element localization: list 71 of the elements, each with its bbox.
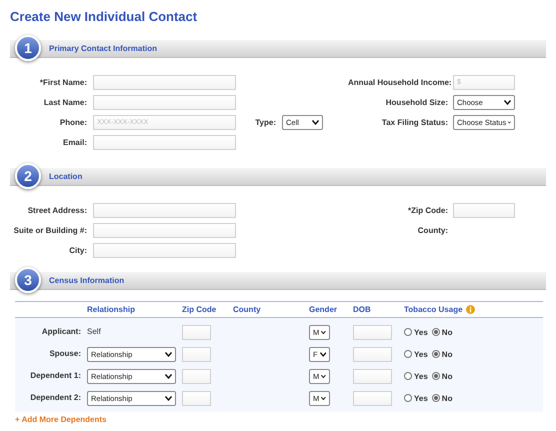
field-label: County: <box>416 226 448 236</box>
text-field[interactable] <box>182 368 211 384</box>
field-label: Type: <box>254 118 276 128</box>
field-label: *Zip Code: <box>407 206 448 216</box>
field-label: Dependent 1: <box>29 371 81 381</box>
column-header: Gender <box>309 304 338 314</box>
radio-button[interactable] <box>432 328 440 336</box>
caret-icon <box>320 352 326 356</box>
radio-label: No <box>442 394 452 404</box>
radio-label: No <box>442 350 452 360</box>
field-label: Phone: <box>58 118 87 128</box>
caret-icon <box>312 120 319 125</box>
caret-icon <box>504 100 511 105</box>
caret-icon <box>321 396 326 400</box>
step-badge: 3 <box>15 267 41 293</box>
caret-icon <box>165 352 172 356</box>
caret-icon <box>321 330 326 334</box>
column-header: DOB <box>353 304 371 314</box>
radio-label: Yes <box>414 372 428 382</box>
text-field[interactable] <box>182 324 211 340</box>
step-badge: 2 <box>15 163 41 189</box>
radio-label: No <box>442 372 452 382</box>
radio-button[interactable] <box>404 328 412 336</box>
caret-icon <box>321 374 326 378</box>
text-field[interactable] <box>93 135 236 150</box>
text-field[interactable] <box>353 390 392 406</box>
radio-button[interactable] <box>404 350 412 358</box>
text-field[interactable] <box>182 346 211 362</box>
column-header: Tobacco Usage <box>404 304 463 314</box>
caret-icon <box>165 374 172 378</box>
section-title: Primary Contact Information <box>49 44 158 54</box>
field-label: Dependent 2: <box>29 393 81 403</box>
radio-label: No <box>442 328 452 338</box>
field-label: Suite or Building #: <box>12 226 87 236</box>
field-label: Street Address: <box>26 206 87 216</box>
text-field[interactable] <box>93 223 236 238</box>
section-title: Location <box>49 172 82 182</box>
field-label: Email: <box>62 138 87 148</box>
field-label: Tax Filing Status: <box>380 118 448 128</box>
field-label: Applicant: <box>40 327 81 337</box>
radio-button[interactable] <box>432 372 440 380</box>
radio-label: Yes <box>414 350 428 360</box>
text-field[interactable] <box>453 203 515 218</box>
radio-label: Yes <box>414 394 428 404</box>
radio-button[interactable] <box>404 394 412 402</box>
text-field[interactable] <box>353 346 392 362</box>
field-label: Household Size: <box>384 98 448 108</box>
radio-label: Yes <box>414 328 428 338</box>
relationship-text: Self <box>87 327 101 336</box>
text-field[interactable] <box>93 243 236 258</box>
field-label: *First Name: <box>38 78 87 88</box>
column-header: Zip Code <box>182 304 216 314</box>
page-title: Create New Individual Contact <box>10 9 198 26</box>
text-field[interactable] <box>93 95 236 110</box>
caret-icon <box>165 396 172 400</box>
radio-button[interactable] <box>404 372 412 380</box>
section-title: Census Information <box>49 276 124 286</box>
field-label: City: <box>68 246 87 256</box>
radio-button[interactable] <box>432 350 440 358</box>
column-header: County <box>233 304 261 314</box>
text-field[interactable] <box>182 390 211 406</box>
text-field[interactable] <box>353 368 392 384</box>
text-field[interactable] <box>353 324 392 340</box>
text-field[interactable] <box>93 203 236 218</box>
field-label: Spouse: <box>48 349 81 359</box>
info-icon <box>466 305 475 314</box>
text-field[interactable] <box>93 75 236 90</box>
radio-button[interactable] <box>432 394 440 402</box>
field-label: Last Name: <box>42 98 87 108</box>
step-badge: 1 <box>15 35 41 61</box>
column-header: Relationship <box>87 304 136 314</box>
